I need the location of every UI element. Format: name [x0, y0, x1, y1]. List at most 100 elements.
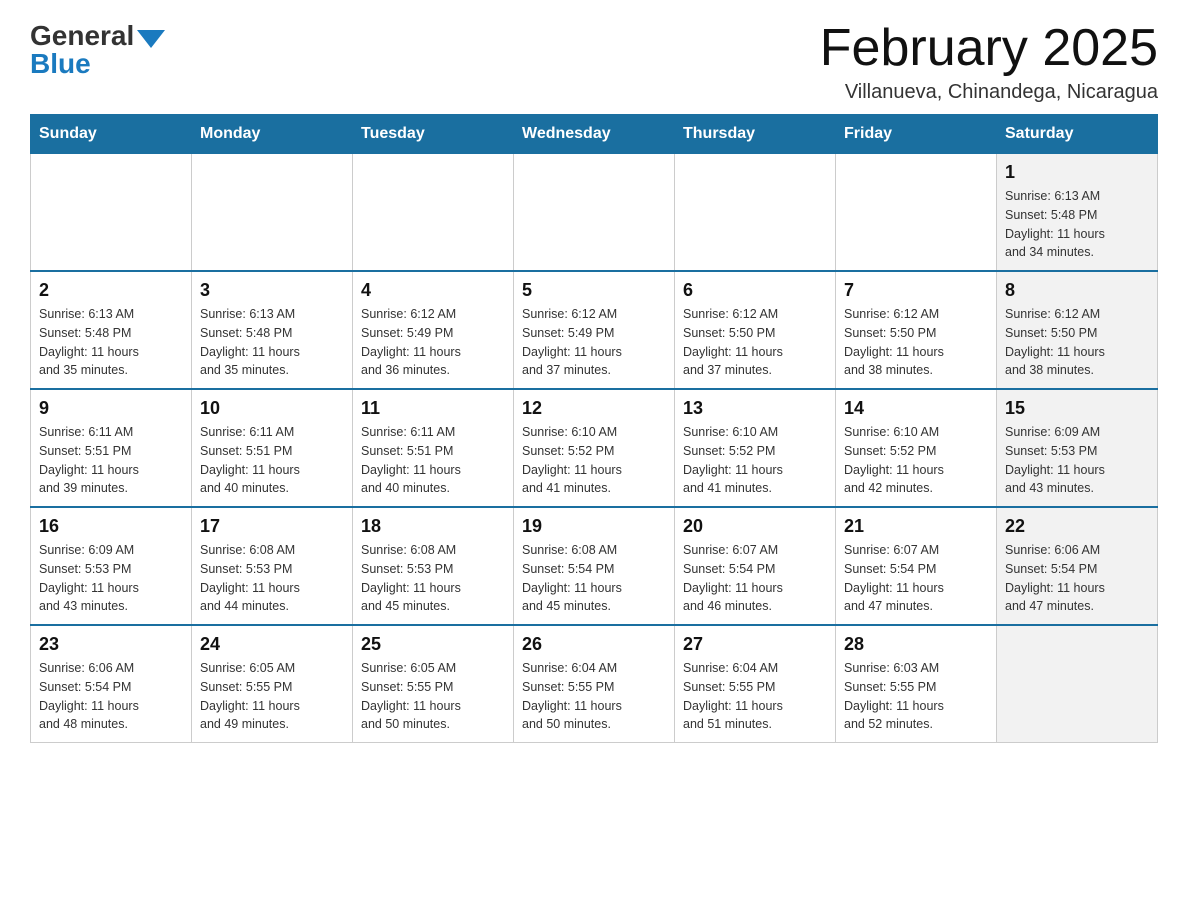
day-number: 13: [683, 398, 827, 419]
day-info: Sunrise: 6:08 AM Sunset: 5:54 PM Dayligh…: [522, 541, 666, 616]
logo: General Blue: [30, 20, 165, 80]
day-number: 2: [39, 280, 183, 301]
calendar-cell: 11Sunrise: 6:11 AM Sunset: 5:51 PM Dayli…: [353, 389, 514, 507]
day-info: Sunrise: 6:11 AM Sunset: 5:51 PM Dayligh…: [39, 423, 183, 498]
day-info: Sunrise: 6:12 AM Sunset: 5:49 PM Dayligh…: [522, 305, 666, 380]
day-number: 15: [1005, 398, 1149, 419]
day-info: Sunrise: 6:06 AM Sunset: 5:54 PM Dayligh…: [39, 659, 183, 734]
calendar-cell: 20 Sunrise: 6:07 AM Sunset: 5:54 PM Dayli…: [675, 507, 836, 625]
day-number: 17: [200, 516, 344, 537]
day-number: 21: [844, 516, 988, 537]
calendar-subtitle: Villanueva, Chinandega, Nicaragua: [820, 81, 1158, 104]
day-info: Sunrise: 6:12 AM Sunset: 5:50 PM Dayligh…: [844, 305, 988, 380]
day-info: Sunrise: 6:05 AM Sunset: 5:55 PM Dayligh…: [200, 659, 344, 734]
day-number: 16: [39, 516, 183, 537]
page-header: General Blue February 2025 Villanueva, C…: [30, 20, 1158, 104]
logo-arrow-icon: [137, 30, 165, 48]
weekday-header-monday: Monday: [192, 115, 353, 154]
day-number: 26: [522, 634, 666, 655]
calendar-cell: [192, 154, 353, 272]
calendar-week-row: 23 Sunrise: 6:06 AM Sunset: 5:54 PM Dayli…: [31, 625, 1158, 743]
day-info: Sunrise: 6:08 AM Sunset: 5:53 PM Dayligh…: [361, 541, 505, 616]
title-block: February 2025 Villanueva, Chinandega, Ni…: [820, 20, 1158, 104]
day-info: Sunrise: 6:09 AM Sunset: 5:53 PM Dayligh…: [39, 541, 183, 616]
calendar-cell: 23 Sunrise: 6:06 AM Sunset: 5:54 PM Dayli…: [31, 625, 192, 743]
day-number: 1: [1005, 162, 1149, 183]
calendar-cell: [514, 154, 675, 272]
calendar-cell: [353, 154, 514, 272]
day-info: Sunrise: 6:05 AM Sunset: 5:55 PM Dayligh…: [361, 659, 505, 734]
calendar-cell: 25 Sunrise: 6:05 AM Sunset: 5:55 PM Dayli…: [353, 625, 514, 743]
calendar-table: SundayMondayTuesdayWednesdayThursdayFrid…: [30, 114, 1158, 743]
weekday-header-tuesday: Tuesday: [353, 115, 514, 154]
day-number: 23: [39, 634, 183, 655]
day-info: Sunrise: 6:03 AM Sunset: 5:55 PM Dayligh…: [844, 659, 988, 734]
day-info: Sunrise: 6:13 AM Sunset: 5:48 PM Dayligh…: [39, 305, 183, 380]
day-number: 5: [522, 280, 666, 301]
day-number: 7: [844, 280, 988, 301]
calendar-cell: 21 Sunrise: 6:07 AM Sunset: 5:54 PM Dayli…: [836, 507, 997, 625]
calendar-week-row: 9Sunrise: 6:11 AM Sunset: 5:51 PM Daylig…: [31, 389, 1158, 507]
day-info: Sunrise: 6:10 AM Sunset: 5:52 PM Dayligh…: [683, 423, 827, 498]
calendar-cell: 16 Sunrise: 6:09 AM Sunset: 5:53 PM Dayli…: [31, 507, 192, 625]
calendar-cell: 22 Sunrise: 6:06 AM Sunset: 5:54 PM Dayli…: [997, 507, 1158, 625]
day-info: Sunrise: 6:04 AM Sunset: 5:55 PM Dayligh…: [683, 659, 827, 734]
calendar-cell: 7 Sunrise: 6:12 AM Sunset: 5:50 PM Daylig…: [836, 271, 997, 389]
day-info: Sunrise: 6:13 AM Sunset: 5:48 PM Dayligh…: [200, 305, 344, 380]
day-info: Sunrise: 6:13 AM Sunset: 5:48 PM Dayligh…: [1005, 187, 1149, 262]
day-info: Sunrise: 6:06 AM Sunset: 5:54 PM Dayligh…: [1005, 541, 1149, 616]
calendar-cell: [675, 154, 836, 272]
calendar-cell: [997, 625, 1158, 743]
weekday-header-saturday: Saturday: [997, 115, 1158, 154]
calendar-cell: 10 Sunrise: 6:11 AM Sunset: 5:51 PM Dayli…: [192, 389, 353, 507]
calendar-cell: 28 Sunrise: 6:03 AM Sunset: 5:55 PM Dayli…: [836, 625, 997, 743]
day-info: Sunrise: 6:07 AM Sunset: 5:54 PM Dayligh…: [844, 541, 988, 616]
calendar-cell: 19 Sunrise: 6:08 AM Sunset: 5:54 PM Dayli…: [514, 507, 675, 625]
calendar-cell: 3 Sunrise: 6:13 AM Sunset: 5:48 PM Daylig…: [192, 271, 353, 389]
calendar-cell: 5 Sunrise: 6:12 AM Sunset: 5:49 PM Daylig…: [514, 271, 675, 389]
day-info: Sunrise: 6:09 AM Sunset: 5:53 PM Dayligh…: [1005, 423, 1149, 498]
calendar-title: February 2025: [820, 20, 1158, 77]
day-number: 20: [683, 516, 827, 537]
day-number: 3: [200, 280, 344, 301]
calendar-cell: 15 Sunrise: 6:09 AM Sunset: 5:53 PM Dayli…: [997, 389, 1158, 507]
day-number: 19: [522, 516, 666, 537]
weekday-header-thursday: Thursday: [675, 115, 836, 154]
weekday-header-sunday: Sunday: [31, 115, 192, 154]
calendar-header-row: SundayMondayTuesdayWednesdayThursdayFrid…: [31, 115, 1158, 154]
day-info: Sunrise: 6:12 AM Sunset: 5:50 PM Dayligh…: [683, 305, 827, 380]
calendar-cell: 1 Sunrise: 6:13 AM Sunset: 5:48 PM Daylig…: [997, 154, 1158, 272]
day-number: 6: [683, 280, 827, 301]
calendar-week-row: 1 Sunrise: 6:13 AM Sunset: 5:48 PM Daylig…: [31, 154, 1158, 272]
day-number: 22: [1005, 516, 1149, 537]
day-number: 8: [1005, 280, 1149, 301]
day-info: Sunrise: 6:12 AM Sunset: 5:49 PM Dayligh…: [361, 305, 505, 380]
logo-blue-text: Blue: [30, 48, 91, 80]
day-info: Sunrise: 6:10 AM Sunset: 5:52 PM Dayligh…: [844, 423, 988, 498]
calendar-cell: 12Sunrise: 6:10 AM Sunset: 5:52 PM Dayli…: [514, 389, 675, 507]
day-number: 25: [361, 634, 505, 655]
day-info: Sunrise: 6:07 AM Sunset: 5:54 PM Dayligh…: [683, 541, 827, 616]
day-number: 4: [361, 280, 505, 301]
calendar-cell: [836, 154, 997, 272]
day-info: Sunrise: 6:11 AM Sunset: 5:51 PM Dayligh…: [361, 423, 505, 498]
calendar-cell: 18 Sunrise: 6:08 AM Sunset: 5:53 PM Dayli…: [353, 507, 514, 625]
day-info: Sunrise: 6:08 AM Sunset: 5:53 PM Dayligh…: [200, 541, 344, 616]
weekday-header-wednesday: Wednesday: [514, 115, 675, 154]
calendar-cell: 8Sunrise: 6:12 AM Sunset: 5:50 PM Daylig…: [997, 271, 1158, 389]
day-info: Sunrise: 6:10 AM Sunset: 5:52 PM Dayligh…: [522, 423, 666, 498]
weekday-header-friday: Friday: [836, 115, 997, 154]
calendar-cell: 17 Sunrise: 6:08 AM Sunset: 5:53 PM Dayli…: [192, 507, 353, 625]
calendar-cell: 6 Sunrise: 6:12 AM Sunset: 5:50 PM Daylig…: [675, 271, 836, 389]
calendar-cell: 2 Sunrise: 6:13 AM Sunset: 5:48 PM Daylig…: [31, 271, 192, 389]
day-number: 10: [200, 398, 344, 419]
day-info: Sunrise: 6:11 AM Sunset: 5:51 PM Dayligh…: [200, 423, 344, 498]
day-number: 18: [361, 516, 505, 537]
calendar-week-row: 16 Sunrise: 6:09 AM Sunset: 5:53 PM Dayli…: [31, 507, 1158, 625]
calendar-cell: 9Sunrise: 6:11 AM Sunset: 5:51 PM Daylig…: [31, 389, 192, 507]
calendar-cell: 13 Sunrise: 6:10 AM Sunset: 5:52 PM Dayli…: [675, 389, 836, 507]
day-number: 28: [844, 634, 988, 655]
day-number: 14: [844, 398, 988, 419]
calendar-cell: 4 Sunrise: 6:12 AM Sunset: 5:49 PM Daylig…: [353, 271, 514, 389]
day-number: 27: [683, 634, 827, 655]
